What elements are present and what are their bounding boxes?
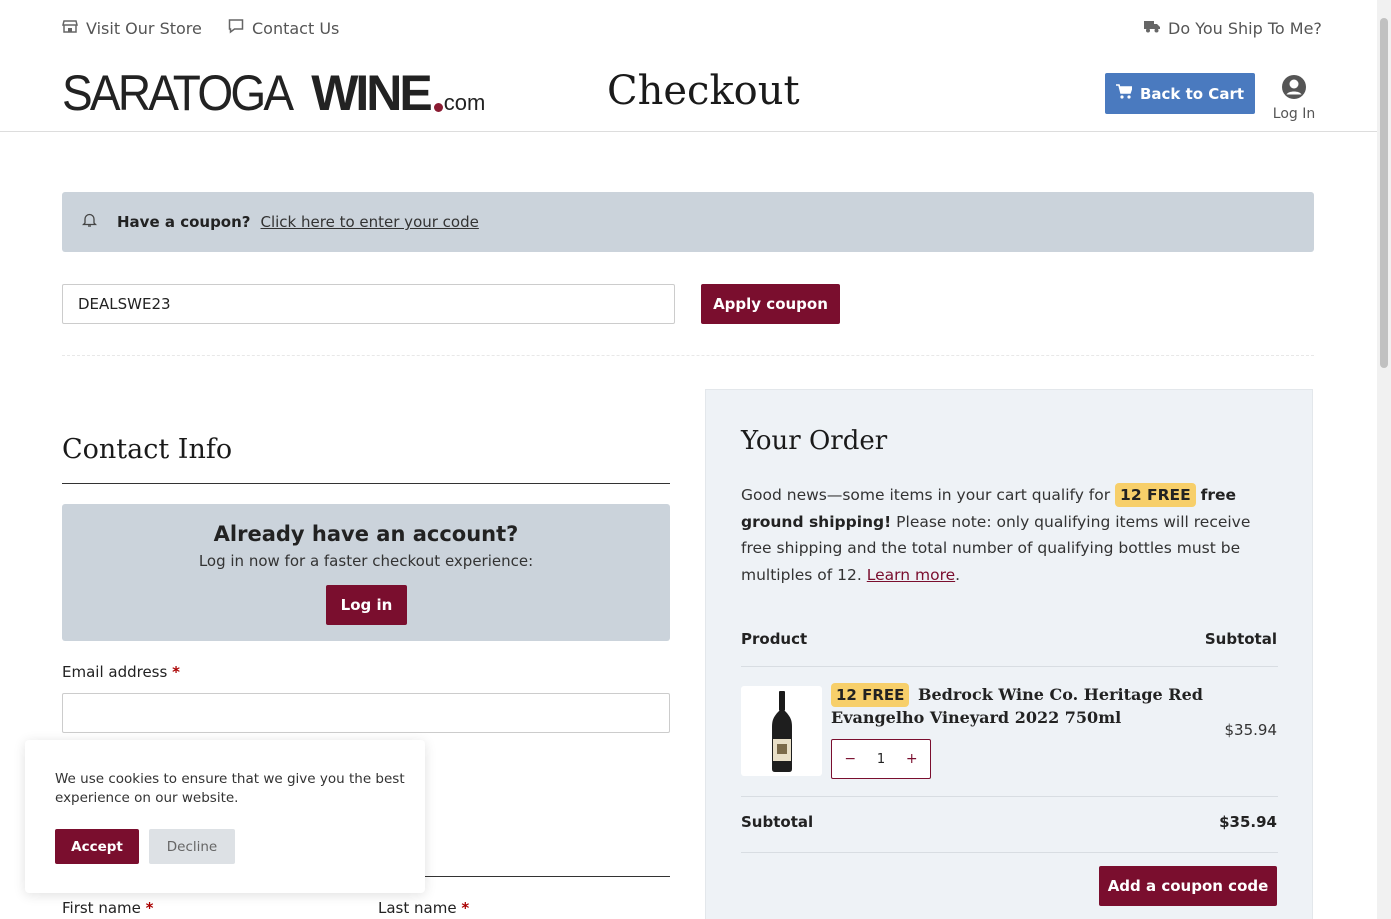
cookie-accept-button[interactable]: Accept xyxy=(55,829,139,864)
subtotal-label: Subtotal xyxy=(741,813,814,831)
contact-info-heading: Contact Info xyxy=(62,434,233,465)
top-bar: Visit Our Store Contact Us Do You Ship T… xyxy=(0,0,1377,56)
visit-store-label: Visit Our Store xyxy=(86,18,202,38)
account-heading: Already have an account? xyxy=(213,522,519,546)
wine-bottle-image[interactable] xyxy=(741,686,822,776)
coupon-code-input[interactable] xyxy=(62,284,675,324)
learn-more-link[interactable]: Learn more xyxy=(867,566,955,584)
last-name-label-text: Last name xyxy=(378,899,457,917)
bell-icon xyxy=(81,212,117,232)
quantity-value[interactable]: 1 xyxy=(877,752,885,767)
apply-coupon-button[interactable]: Apply coupon xyxy=(701,284,840,324)
first-name-label-text: First name xyxy=(62,899,141,917)
account-subtext: Log in now for a faster checkout experie… xyxy=(198,552,534,570)
product-name[interactable]: 12 FREE Bedrock Wine Co. Heritage Red Ev… xyxy=(831,683,1231,728)
page-title: Checkout xyxy=(607,68,800,114)
ship-to-me-link[interactable]: Do You Ship To Me? xyxy=(1144,18,1322,38)
coupon-question: Have a coupon? xyxy=(117,213,251,231)
divider xyxy=(741,852,1278,853)
quantity-stepper[interactable]: − 1 + xyxy=(831,739,931,779)
logo-dot xyxy=(433,103,443,112)
free-badge: 12 FREE xyxy=(1115,483,1196,507)
item-free-badge: 12 FREE xyxy=(831,683,910,707)
col-product: Product xyxy=(741,630,808,648)
required-mark: * xyxy=(461,899,470,917)
site-logo[interactable]: SARATOGA WINE com xyxy=(62,68,485,118)
notice-end: . xyxy=(955,565,961,584)
first-name-label: First name * xyxy=(62,899,154,917)
cookie-message: We use cookies to ensure that we give yo… xyxy=(55,771,405,806)
required-mark: * xyxy=(145,899,154,917)
plus-icon[interactable]: + xyxy=(902,751,922,767)
add-coupon-button[interactable]: Add a coupon code xyxy=(1099,866,1277,906)
site-header: SARATOGA WINE com Checkout Back to Cart Lo… xyxy=(0,56,1377,132)
header-login-label: Log In xyxy=(1272,106,1316,122)
store-icon xyxy=(62,18,78,38)
user-icon xyxy=(1272,74,1316,100)
last-name-label: Last name * xyxy=(378,899,469,917)
item-price: $35.94 xyxy=(1224,721,1278,739)
visit-store-link[interactable]: Visit Our Store xyxy=(62,18,202,38)
logo-suffix: com xyxy=(443,90,486,115)
coupon-banner: Have a coupon? Click here to enter your … xyxy=(62,192,1314,252)
email-field[interactable] xyxy=(62,693,670,733)
notice-text: Good news—some items in your cart qualif… xyxy=(741,486,1111,504)
enter-coupon-link[interactable]: Click here to enter your code xyxy=(261,213,479,231)
divider xyxy=(741,666,1278,667)
email-label: Email address * xyxy=(62,663,180,681)
contact-us-link[interactable]: Contact Us xyxy=(228,18,339,38)
free-shipping-notice: Good news—some items in your cart qualif… xyxy=(741,482,1281,588)
logo-text-light: SARATOGA xyxy=(62,65,294,121)
order-summary: Your Order Good news—some items in your … xyxy=(705,389,1313,919)
contact-us-label: Contact Us xyxy=(252,18,340,38)
page-scrollbar[interactable] xyxy=(1377,0,1391,919)
truck-icon xyxy=(1144,18,1160,38)
divider xyxy=(62,483,670,484)
divider xyxy=(741,796,1278,797)
logo-text-bold: WINE xyxy=(311,65,433,121)
chat-icon xyxy=(228,18,244,38)
scrollbar-thumb[interactable] xyxy=(1380,18,1388,368)
header-login[interactable]: Log In xyxy=(1272,68,1316,122)
col-subtotal: Subtotal xyxy=(1204,630,1277,648)
email-label-text: Email address xyxy=(62,663,168,681)
cookie-banner: We use cookies to ensure that we give yo… xyxy=(25,740,425,893)
divider xyxy=(425,876,670,877)
ship-to-me-label: Do You Ship To Me? xyxy=(1168,18,1322,38)
divider xyxy=(62,355,1314,356)
cookie-decline-button[interactable]: Decline xyxy=(149,829,235,864)
login-button[interactable]: Log in xyxy=(326,585,407,625)
order-heading: Your Order xyxy=(741,426,888,456)
back-to-cart-button[interactable]: Back to Cart xyxy=(1105,73,1255,114)
minus-icon[interactable]: − xyxy=(840,751,860,767)
subtotal-value: $35.94 xyxy=(1219,813,1277,831)
back-to-cart-label: Back to Cart xyxy=(1139,84,1245,103)
required-mark: * xyxy=(172,663,180,681)
cart-icon xyxy=(1115,83,1134,104)
account-login-box: Already have an account? Log in now for … xyxy=(62,504,670,641)
